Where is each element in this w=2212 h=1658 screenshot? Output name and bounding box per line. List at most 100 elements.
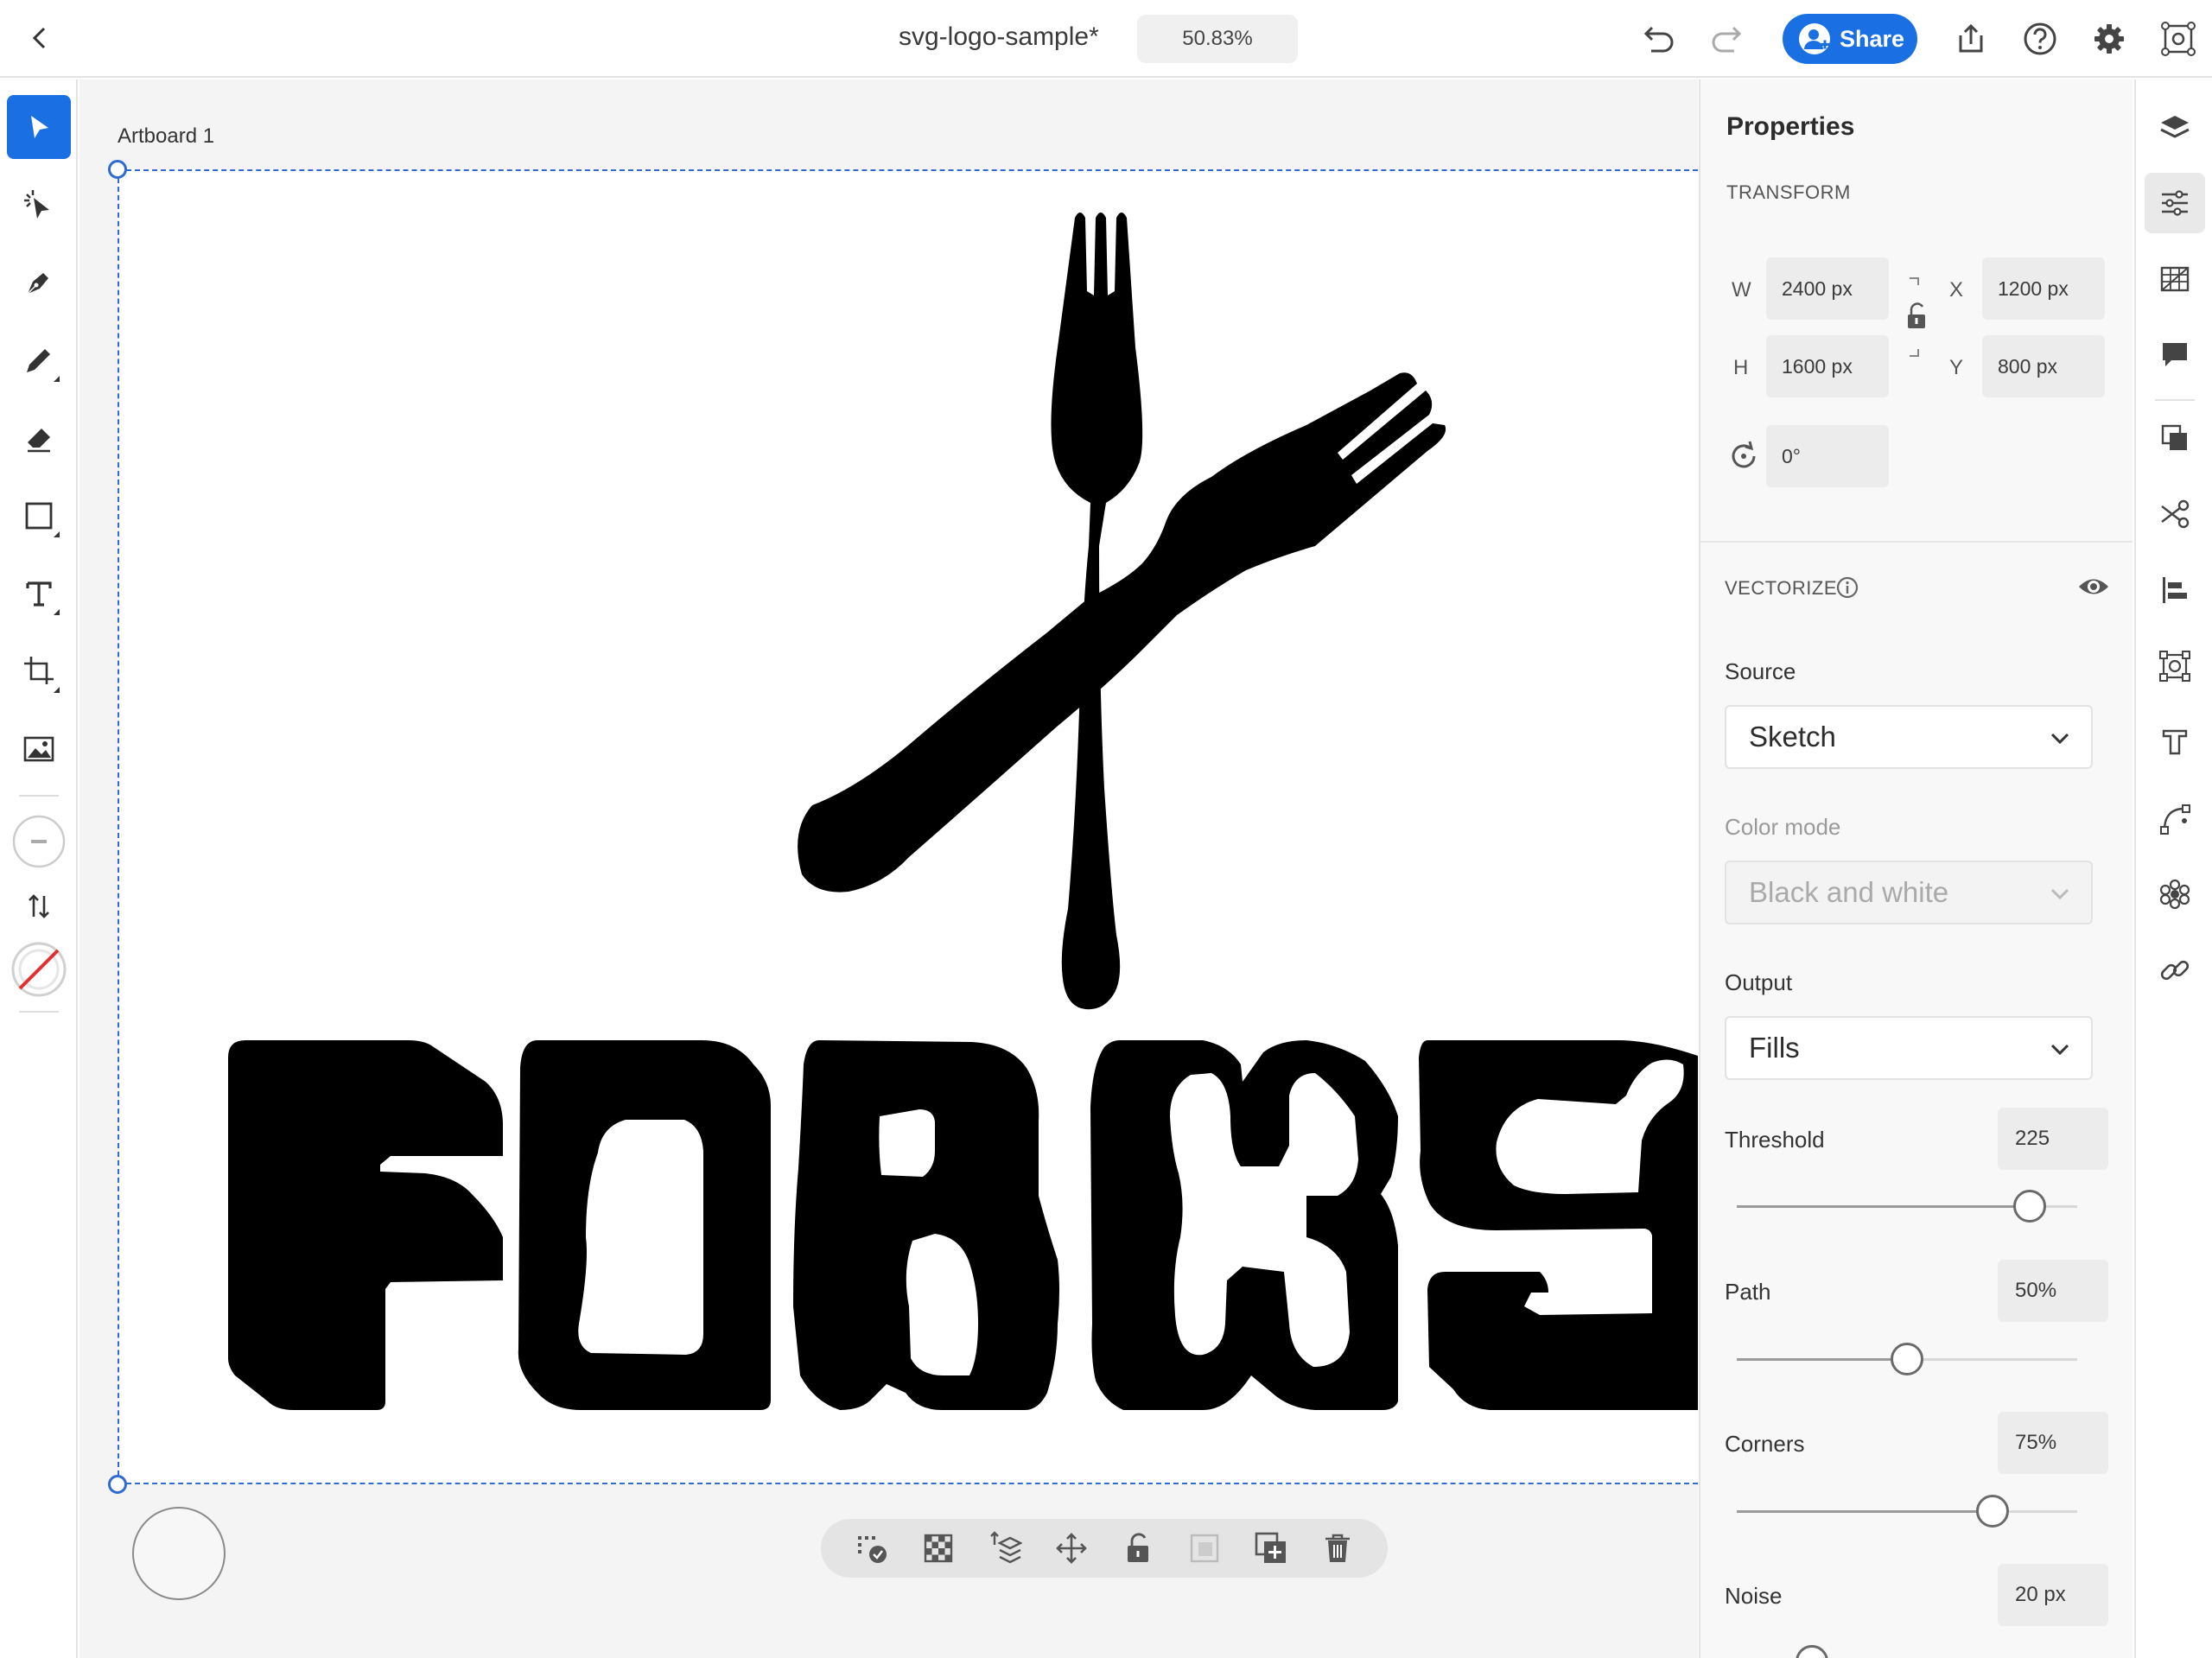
type-panel-button[interactable] [2145, 712, 2205, 772]
preview-button[interactable] [2157, 17, 2200, 60]
forks-logo-artwork[interactable] [79, 79, 1698, 1658]
vectorize-visibility-toggle[interactable] [2077, 574, 2110, 604]
vectorize-section-label: VECTORIZE [1725, 577, 1838, 599]
mask-button[interactable] [1181, 1525, 1228, 1572]
rotation-field[interactable]: 0° [1766, 425, 1889, 487]
stroke-swatch[interactable] [7, 937, 71, 1001]
document-title[interactable]: svg-logo-sample* [899, 22, 1099, 52]
export-button[interactable] [1949, 17, 1993, 60]
path-slider[interactable] [1737, 1343, 2077, 1375]
threshold-slider-thumb[interactable] [2013, 1190, 2046, 1223]
top-bar: svg-logo-sample* 50.83% Share [0, 0, 2212, 78]
shape-tool[interactable] [7, 484, 71, 548]
noise-field[interactable]: 20 px [1998, 1564, 2108, 1626]
layers-arrange-icon [989, 1531, 1022, 1564]
path-label: Path [1725, 1279, 1771, 1305]
text-tool[interactable] [7, 562, 71, 626]
delete-button[interactable] [1314, 1525, 1361, 1572]
source-label: Source [1725, 658, 1796, 684]
threshold-slider[interactable] [1737, 1190, 2077, 1223]
align-panel-button[interactable] [2145, 560, 2205, 620]
help-button[interactable] [2018, 17, 2062, 60]
x-field[interactable]: 1200 px [1982, 257, 2105, 320]
zoom-level[interactable]: 50.83% [1137, 15, 1298, 63]
letter-k [1090, 1040, 1398, 1410]
magic-select-tool[interactable] [7, 173, 71, 237]
lock-button[interactable] [1115, 1525, 1161, 1572]
redo-button[interactable] [1706, 19, 1751, 60]
noise-label: Noise [1725, 1583, 1783, 1609]
canvas[interactable]: Artboard 1 [79, 79, 1698, 1658]
pen-icon [27, 273, 48, 295]
swatches-panel-button[interactable] [2145, 249, 2205, 309]
properties-panel-button[interactable] [2145, 173, 2205, 233]
grid-swatches-icon [2160, 266, 2190, 292]
plugins-panel-button[interactable] [2145, 864, 2205, 924]
vectorize-info-button[interactable] [1835, 575, 1859, 604]
image-tool[interactable] [7, 717, 71, 781]
output-dropdown[interactable]: Fills [1725, 1016, 2093, 1080]
pencil-tool[interactable] [7, 328, 71, 392]
share-button[interactable]: Share [1783, 14, 1917, 64]
constrain-proportions-toggle[interactable] [1901, 270, 1932, 369]
combine-shapes-icon [2161, 424, 2187, 450]
width-field[interactable]: 2400 px [1766, 257, 1889, 320]
link-icon [2160, 960, 2190, 981]
path-field[interactable]: 50% [1998, 1260, 2108, 1322]
swap-colors-button[interactable] [7, 874, 71, 938]
arrange-button[interactable] [982, 1525, 1028, 1572]
trash-icon [1325, 1534, 1350, 1562]
move-button[interactable] [1048, 1525, 1095, 1572]
x-label: X [1949, 278, 1964, 302]
height-label: H [1733, 356, 1749, 379]
comment-icon [2163, 343, 2187, 366]
unlock-icon [1127, 1533, 1148, 1562]
transparency-button[interactable] [915, 1525, 962, 1572]
corners-slider[interactable] [1737, 1495, 2077, 1528]
crop-icon [24, 657, 54, 684]
redo-icon [1712, 26, 1742, 53]
fill-swatch[interactable] [7, 810, 71, 873]
selection-handle-top-left[interactable] [108, 160, 127, 179]
corners-field[interactable]: 75% [1998, 1412, 2108, 1474]
pathfinder-button[interactable] [2145, 408, 2205, 468]
eraser-tool[interactable] [7, 406, 71, 470]
corners-label: Corners [1725, 1431, 1805, 1457]
transform-section-label: TRANSFORM [1726, 181, 1851, 203]
invite-user-icon [1799, 23, 1830, 54]
undo-button[interactable] [1635, 19, 1680, 60]
info-icon [1836, 576, 1859, 599]
comments-panel-button[interactable] [2145, 325, 2205, 385]
noise-slider-thumb[interactable] [1796, 1645, 1828, 1658]
cut-tool-button[interactable] [2145, 484, 2205, 544]
gear-icon [2094, 24, 2124, 54]
letter-r [793, 1040, 1059, 1410]
height-field[interactable]: 1600 px [1766, 335, 1889, 397]
section-divider [1700, 541, 2133, 543]
toolbar-divider [19, 795, 59, 797]
touch-shortcut-button[interactable] [132, 1507, 226, 1600]
settings-button[interactable] [2088, 17, 2131, 60]
corners-slider-thumb[interactable] [1976, 1495, 2009, 1528]
rail-divider [2155, 399, 2195, 401]
crop-tool[interactable] [7, 639, 71, 703]
source-dropdown[interactable]: Sketch [1725, 705, 2093, 769]
threshold-field[interactable]: 225 [1998, 1108, 2108, 1170]
path-panel-button[interactable] [2145, 788, 2205, 848]
selection-handle-bottom-left[interactable] [108, 1475, 127, 1494]
path-slider-thumb[interactable] [1891, 1343, 1923, 1375]
select-tool[interactable] [7, 95, 71, 159]
y-label: Y [1949, 356, 1964, 379]
undo-icon [1643, 26, 1674, 53]
duplicate-button[interactable] [1248, 1525, 1294, 1572]
pen-tool[interactable] [7, 251, 71, 314]
y-field[interactable]: 800 px [1982, 335, 2105, 397]
device-preview-icon [2161, 22, 2196, 56]
links-panel-button[interactable] [2145, 940, 2205, 1001]
color-mode-dropdown[interactable]: Black and white [1725, 861, 2093, 924]
transform-panel-button[interactable] [2145, 636, 2205, 696]
vectorize-action-button[interactable] [849, 1525, 895, 1572]
back-button[interactable] [21, 19, 59, 57]
layers-panel-button[interactable] [2145, 97, 2205, 157]
export-icon [1959, 23, 1983, 53]
